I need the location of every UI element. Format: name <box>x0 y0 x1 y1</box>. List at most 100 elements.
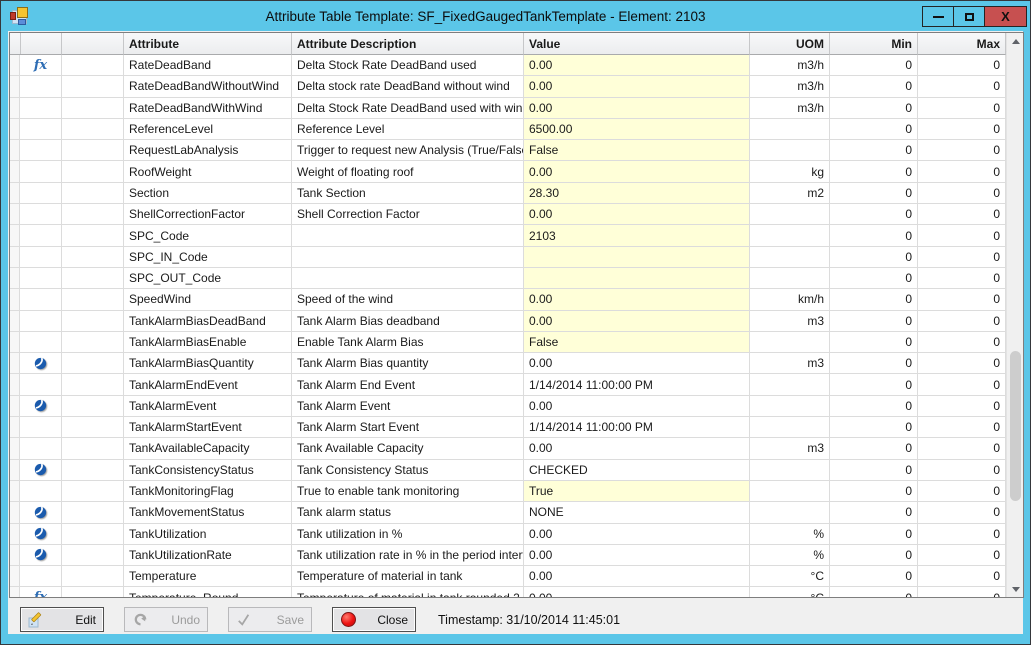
table-row[interactable]: TankMonitoringFlagTrue to enable tank mo… <box>10 481 1006 502</box>
row-selector[interactable] <box>10 311 20 332</box>
row-selector[interactable] <box>10 204 20 225</box>
row-selector[interactable] <box>10 545 20 566</box>
row-selector[interactable] <box>10 119 20 140</box>
table-row[interactable]: TankConsistencyStatusTank Consistency St… <box>10 460 1006 481</box>
cell-value[interactable]: 0.00 <box>524 161 750 182</box>
row-selector[interactable] <box>10 460 20 481</box>
table-row[interactable]: TankAvailableCapacityTank Available Capa… <box>10 438 1006 459</box>
header-value[interactable]: Value <box>524 33 750 55</box>
row-selector[interactable] <box>10 140 20 161</box>
row-selector[interactable] <box>10 587 20 597</box>
cell-value[interactable] <box>524 247 750 268</box>
table-row[interactable]: TankUtilizationTank utilization in %0.00… <box>10 524 1006 545</box>
table-row[interactable]: RateDeadBandWithWindDelta Stock Rate Dea… <box>10 98 1006 119</box>
table-row[interactable]: fxRateDeadBandDelta Stock Rate DeadBand … <box>10 55 1006 76</box>
save-button[interactable]: Save <box>228 607 312 632</box>
cell-value[interactable]: False <box>524 332 750 353</box>
cell-value[interactable]: 0.00 <box>524 438 750 459</box>
header-attribute[interactable]: Attribute <box>124 33 292 55</box>
minimize-button[interactable] <box>922 6 954 27</box>
cell-value[interactable]: 0.00 <box>524 396 750 417</box>
table-row[interactable]: TankUtilizationRateTank utilization rate… <box>10 545 1006 566</box>
row-selector[interactable] <box>10 524 20 545</box>
header-min[interactable]: Min <box>830 33 918 55</box>
cell-value[interactable]: 0.00 <box>524 98 750 119</box>
table-row[interactable]: TankAlarmBiasQuantityTank Alarm Bias qua… <box>10 353 1006 374</box>
title-bar[interactable]: Attribute Table Template: SF_FixedGauged… <box>1 1 1030 31</box>
table-row[interactable]: RateDeadBandWithoutWindDelta stock rate … <box>10 76 1006 97</box>
table-row[interactable]: TankAlarmBiasDeadBandTank Alarm Bias dea… <box>10 311 1006 332</box>
cell-value[interactable]: 0.00 <box>524 289 750 310</box>
cell-value[interactable]: 0.00 <box>524 524 750 545</box>
row-selector[interactable] <box>10 396 20 417</box>
table-row[interactable]: TankAlarmEndEventTank Alarm End Event1/1… <box>10 374 1006 395</box>
cell-value[interactable]: 0.00 <box>524 587 750 597</box>
row-icon-cell <box>20 438 62 459</box>
scroll-down-button[interactable] <box>1007 581 1024 597</box>
row-selector[interactable] <box>10 225 20 246</box>
cell-value[interactable]: 28.30 <box>524 183 750 204</box>
table-row[interactable]: fxTemperature_RoundTemperature of materi… <box>10 587 1006 597</box>
table-row[interactable]: TankAlarmBiasEnableEnable Tank Alarm Bia… <box>10 332 1006 353</box>
cell-value[interactable]: 0.00 <box>524 545 750 566</box>
table-row[interactable]: SpeedWindSpeed of the wind0.00km/h00 <box>10 289 1006 310</box>
row-selector[interactable] <box>10 76 20 97</box>
cell-value[interactable]: CHECKED <box>524 460 750 481</box>
header-attribute-description[interactable]: Attribute Description <box>292 33 524 55</box>
cell-value[interactable]: True <box>524 481 750 502</box>
table-row[interactable]: RoofWeightWeight of floating roof0.00kg0… <box>10 161 1006 182</box>
table-row[interactable]: TankMovementStatusTank alarm statusNONE0… <box>10 502 1006 523</box>
row-selector[interactable] <box>10 98 20 119</box>
cell-value[interactable]: 1/14/2014 11:00:00 PM <box>524 417 750 438</box>
vertical-scrollbar[interactable] <box>1006 33 1023 597</box>
cell-value[interactable]: False <box>524 140 750 161</box>
undo-button[interactable]: Undo <box>124 607 208 632</box>
row-selector[interactable] <box>10 417 20 438</box>
cell-value[interactable]: 0.00 <box>524 204 750 225</box>
table-row[interactable]: TemperatureTemperature of material in ta… <box>10 566 1006 587</box>
row-selector[interactable] <box>10 247 20 268</box>
cell-value[interactable]: 1/14/2014 11:00:00 PM <box>524 374 750 395</box>
cell-value[interactable] <box>524 268 750 289</box>
cell-value[interactable]: 0.00 <box>524 311 750 332</box>
row-selector[interactable] <box>10 161 20 182</box>
row-selector[interactable] <box>10 183 20 204</box>
row-selector[interactable] <box>10 438 20 459</box>
row-selector[interactable] <box>10 481 20 502</box>
cell-value[interactable]: 0.00 <box>524 566 750 587</box>
table-row[interactable]: TankAlarmStartEventTank Alarm Start Even… <box>10 417 1006 438</box>
row-selector[interactable] <box>10 353 20 374</box>
table-row[interactable]: RequestLabAnalysisTrigger to request new… <box>10 140 1006 161</box>
cell-value[interactable]: 2103 <box>524 225 750 246</box>
table-row[interactable]: SPC_Code210300 <box>10 225 1006 246</box>
cell-value[interactable]: 0.00 <box>524 76 750 97</box>
row-selector[interactable] <box>10 332 20 353</box>
close-window-button[interactable]: X <box>984 6 1027 27</box>
table-row[interactable]: TankAlarmEventTank Alarm Event0.0000 <box>10 396 1006 417</box>
row-selector[interactable] <box>10 268 20 289</box>
table-row[interactable]: ReferenceLevelReference Level6500.0000 <box>10 119 1006 140</box>
cell-value[interactable]: 0.00 <box>524 353 750 374</box>
close-button[interactable]: Close <box>332 607 416 632</box>
maximize-button[interactable] <box>953 6 985 27</box>
header-uom[interactable]: UOM <box>750 33 830 55</box>
cell-value[interactable]: 6500.00 <box>524 119 750 140</box>
row-selector[interactable] <box>10 502 20 523</box>
header-max[interactable]: Max <box>918 33 1006 55</box>
row-selector[interactable] <box>10 566 20 587</box>
cell-value[interactable]: 0.00 <box>524 55 750 76</box>
row-selector[interactable] <box>10 374 20 395</box>
cell-max: 0 <box>918 587 1006 597</box>
row-icon-cell <box>20 353 62 374</box>
table-row[interactable]: SPC_IN_Code00 <box>10 247 1006 268</box>
row-selector[interactable] <box>10 55 20 76</box>
attribute-grid: Attribute Attribute Description Value UO… <box>10 33 1006 597</box>
table-row[interactable]: SectionTank Section28.30m200 <box>10 183 1006 204</box>
scroll-up-button[interactable] <box>1007 33 1024 49</box>
table-row[interactable]: SPC_OUT_Code00 <box>10 268 1006 289</box>
scrollbar-thumb[interactable] <box>1010 351 1021 501</box>
edit-button[interactable]: Edit <box>20 607 104 632</box>
row-selector[interactable] <box>10 289 20 310</box>
table-row[interactable]: ShellCorrectionFactorShell Correction Fa… <box>10 204 1006 225</box>
cell-value[interactable]: NONE <box>524 502 750 523</box>
